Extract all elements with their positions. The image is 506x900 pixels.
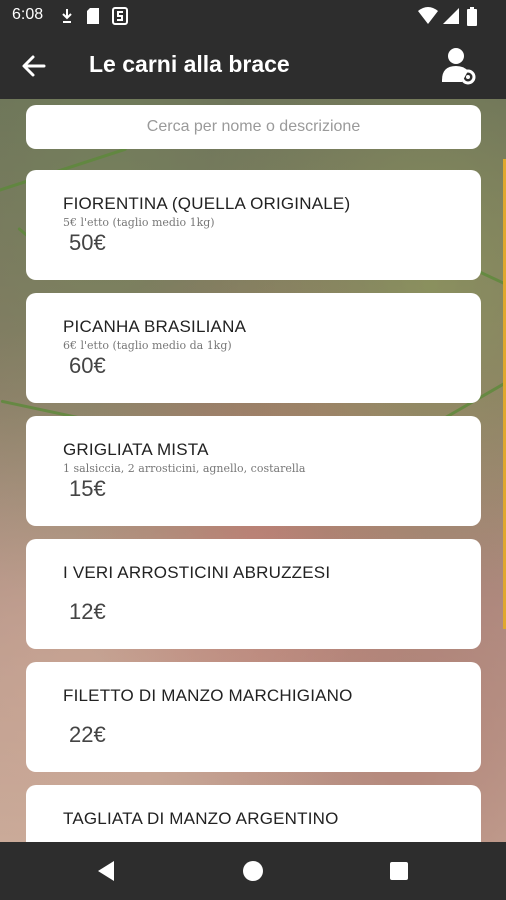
menu-item-name: FILETTO DI MANZO MARCHIGIANO — [63, 686, 353, 705]
menu-item-card[interactable]: FILETTO DI MANZO MARCHIGIANO 22€ — [26, 662, 481, 772]
menu-item-name: FIORENTINA (QUELLA ORIGINALE) — [63, 194, 351, 213]
battery-icon — [467, 7, 477, 26]
app-s-icon — [112, 7, 128, 25]
menu-item-name: GRIGLIATA MISTA — [63, 440, 209, 459]
back-triangle-icon[interactable] — [94, 858, 120, 884]
app-bar: Le carni alla brace — [0, 32, 506, 99]
menu-item-name: PICANHA BRASILIANA — [63, 317, 247, 336]
download-icon — [62, 9, 72, 23]
menu-list[interactable]: FIORENTINA (QUELLA ORIGINALE) 5€ l'etto … — [0, 99, 506, 842]
page-title: Le carni alla brace — [89, 51, 290, 77]
menu-item-card[interactable]: TAGLIATA DI MANZO ARGENTINO — [26, 785, 481, 842]
menu-item-price: 50€ — [69, 230, 106, 255]
search-input[interactable] — [26, 105, 481, 149]
menu-item-price: 22€ — [69, 722, 106, 747]
arrow-back-icon[interactable] — [18, 50, 50, 82]
menu-item-price: 12€ — [69, 599, 106, 624]
sd-card-icon — [87, 8, 99, 24]
menu-item-price: 15€ — [69, 476, 106, 501]
account-settings-icon[interactable] — [440, 46, 476, 86]
menu-item-name: TAGLIATA DI MANZO ARGENTINO — [63, 809, 339, 828]
status-bar: 6:08 — [0, 0, 506, 32]
menu-item-card[interactable]: FIORENTINA (QUELLA ORIGINALE) 5€ l'etto … — [26, 170, 481, 280]
menu-item-card[interactable]: I VERI ARROSTICINI ABRUZZESI 12€ — [26, 539, 481, 649]
menu-item-description: 5€ l'etto (taglio medio 1kg) — [63, 216, 215, 229]
system-nav-bar — [0, 842, 506, 900]
wifi-icon — [418, 7, 438, 24]
signal-icon — [443, 8, 459, 24]
menu-item-card[interactable]: PICANHA BRASILIANA 6€ l'etto (taglio med… — [26, 293, 481, 403]
menu-item-card[interactable]: GRIGLIATA MISTA 1 salsiccia, 2 arrostici… — [26, 416, 481, 526]
menu-item-description: 1 salsiccia, 2 arrosticini, agnello, cos… — [63, 462, 306, 475]
menu-item-price: 60€ — [69, 353, 106, 378]
status-time: 6:08 — [12, 6, 44, 23]
home-circle-icon[interactable] — [240, 858, 266, 884]
recents-square-icon[interactable] — [386, 858, 412, 884]
menu-item-description: 6€ l'etto (taglio medio da 1kg) — [63, 339, 232, 352]
menu-item-name: I VERI ARROSTICINI ABRUZZESI — [63, 563, 331, 582]
